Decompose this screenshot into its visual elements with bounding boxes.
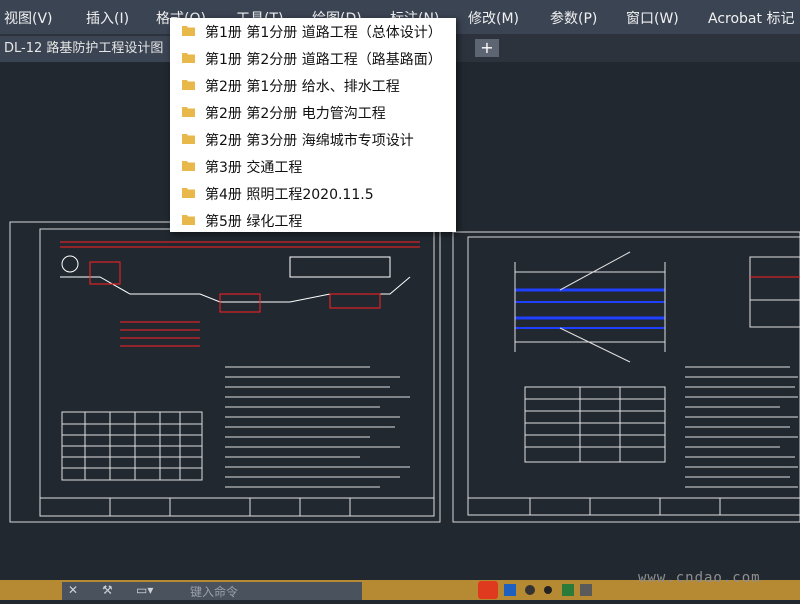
command-history-icon[interactable]: ▭▾ [136, 583, 153, 597]
dropdown-item[interactable]: 第4册 照明工程2020.11.5 [170, 181, 456, 207]
dropdown-item[interactable]: 第1册 第2分册 道路工程（路基路面） [170, 46, 456, 72]
wrench-icon[interactable]: ⚒ [102, 583, 113, 597]
menu-window[interactable]: 窗口(W) [626, 8, 679, 28]
folder-icon [182, 134, 195, 144]
dropdown-item-label: 第2册 第2分册 电力管沟工程 [205, 106, 386, 122]
close-icon[interactable]: ✕ [68, 583, 78, 597]
keyboard-icon [562, 584, 574, 596]
drawing-sheet-left [9, 221, 441, 523]
dropdown-item-label: 第1册 第1分册 道路工程（总体设计） [205, 25, 442, 41]
input-method-icon [478, 581, 498, 599]
menu-insert[interactable]: 插入(I) [86, 8, 129, 28]
menu-parameter[interactable]: 参数(P) [550, 8, 597, 28]
punctuation-icon [544, 586, 552, 594]
dropdown-item-label: 第2册 第3分册 海绵城市专项设计 [205, 133, 414, 149]
command-line[interactable]: ✕ ⚒ ▭▾ 键入命令 [62, 582, 362, 600]
dropdown-item[interactable]: 第1册 第1分册 道路工程（总体设计） [170, 19, 456, 45]
drawing-sheet-right [452, 231, 800, 523]
folder-icon [182, 215, 195, 225]
folder-dropdown-menu: 第1册 第1分册 道路工程（总体设计） 第1册 第2分册 道路工程（路基路面） … [170, 18, 456, 232]
dropdown-item[interactable]: 第2册 第2分册 电力管沟工程 [170, 100, 456, 126]
moon-icon [525, 585, 535, 595]
dropdown-item-label: 第1册 第2分册 道路工程（路基路面） [205, 52, 442, 68]
dropdown-item-label: 第4册 照明工程2020.11.5 [205, 187, 374, 203]
folder-icon [182, 80, 195, 90]
dropdown-item[interactable]: 第2册 第3分册 海绵城市专项设计 [170, 127, 456, 153]
folder-icon [182, 107, 195, 117]
folder-icon [182, 188, 195, 198]
add-tab-button[interactable]: + [475, 39, 499, 57]
dropdown-item[interactable]: 第2册 第1分册 给水、排水工程 [170, 73, 456, 99]
dropdown-item[interactable]: 第5册 绿化工程 [170, 208, 456, 234]
dropdown-item-label: 第3册 交通工程 [205, 160, 303, 176]
dropdown-item-label: 第2册 第1分册 给水、排水工程 [205, 79, 400, 95]
command-input[interactable]: 键入命令 [190, 583, 238, 600]
language-icon [504, 584, 516, 596]
menu-view[interactable]: 视图(V) [4, 8, 53, 28]
dropdown-item-label: 第5册 绿化工程 [205, 214, 303, 230]
folder-icon [182, 161, 195, 171]
menu-modify[interactable]: 修改(M) [468, 8, 519, 28]
watermark-text: www.cndao.com [638, 570, 761, 586]
menu-acrobat[interactable]: Acrobat 标记 [708, 8, 794, 28]
settings-tray-icon [580, 584, 592, 596]
folder-icon [182, 53, 195, 63]
folder-icon [182, 26, 195, 36]
dropdown-item[interactable]: 第3册 交通工程 [170, 154, 456, 180]
